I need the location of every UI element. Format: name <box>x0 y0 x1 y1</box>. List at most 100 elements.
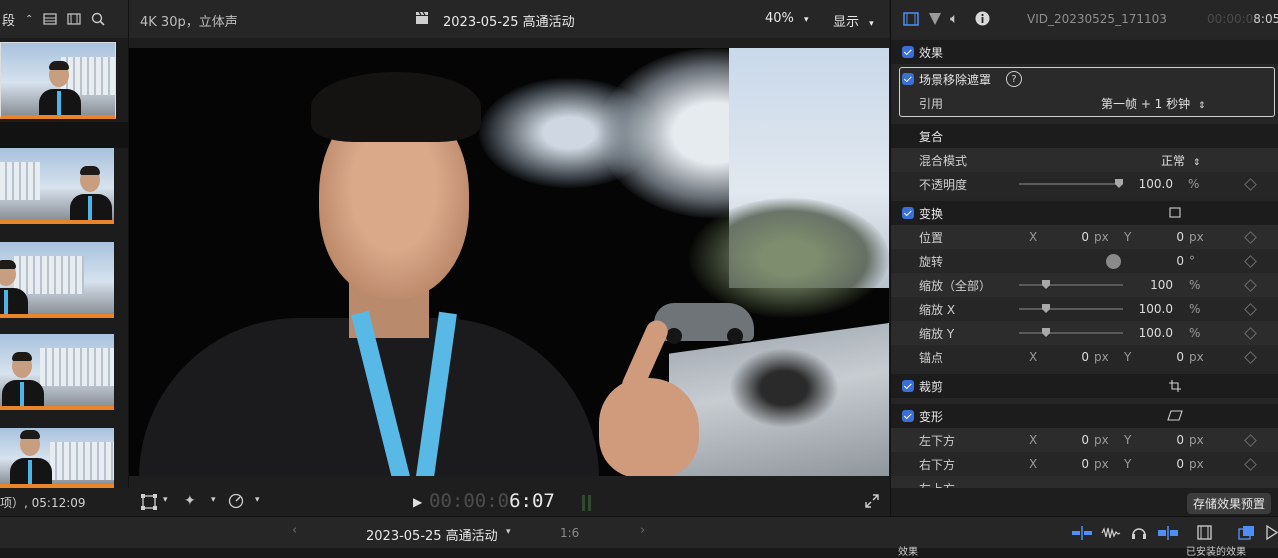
color-inspector-icon[interactable] <box>928 12 942 26</box>
x-label: X <box>1029 350 1038 364</box>
timeline-project-title: 2023-05-25 高通活动 <box>366 529 498 544</box>
speed-icon[interactable] <box>228 493 244 509</box>
keyframe-icon[interactable] <box>1244 302 1257 316</box>
x-label: X <box>1029 457 1038 471</box>
opacity-value[interactable]: 100.0 <box>1121 177 1173 191</box>
keyer-checkbox[interactable] <box>902 73 914 85</box>
transform-tool-icon[interactable] <box>141 494 157 510</box>
sort-chevron-icon[interactable]: ⌃ <box>25 14 33 25</box>
magic-wand-icon[interactable]: ✦ <box>184 493 196 509</box>
percent-unit: % <box>1189 326 1201 340</box>
position-x-value[interactable]: 0 <box>1041 230 1089 244</box>
list-view-icon[interactable] <box>43 13 58 25</box>
anchor-row: 锚点 X 0 px Y 0 px <box>891 345 1278 369</box>
video-frame[interactable] <box>129 48 889 476</box>
reference-popup[interactable]: 第一帧 + 1 秒钟 ⇕ <box>1101 95 1206 112</box>
display-menu[interactable]: 显示 ▾ <box>833 11 874 30</box>
keyframe-icon[interactable] <box>1244 457 1257 471</box>
keyframe-icon[interactable] <box>1244 278 1257 292</box>
headphones-icon[interactable] <box>1131 525 1147 540</box>
px-unit: px <box>1094 230 1109 244</box>
px-unit: px <box>1189 457 1204 471</box>
anchor-y-value[interactable]: 0 <box>1136 350 1184 364</box>
video-inspector-icon[interactable] <box>903 12 919 26</box>
bottom-left-y-value[interactable]: 0 <box>1136 433 1184 447</box>
clip-duration-dim: 00:00:0 <box>1207 12 1254 26</box>
transform-onscreen-icon[interactable] <box>1169 207 1181 221</box>
rotation-value[interactable]: 0 <box>1136 254 1184 268</box>
chevron-down-icon[interactable]: ▾ <box>211 495 216 505</box>
effects-browser-icon[interactable] <box>1238 525 1255 540</box>
scale-all-row: 缩放（全部） 100 % <box>891 273 1278 297</box>
clip-skimming-icon[interactable] <box>1072 526 1092 540</box>
clip-appearance-icon[interactable] <box>1197 525 1212 540</box>
save-effects-preset-button[interactable]: 存储效果预置 <box>1187 493 1272 514</box>
play-icon[interactable]: ▶ <box>413 495 422 509</box>
keyframe-icon[interactable] <box>1244 350 1257 364</box>
viewer-panel <box>129 38 889 488</box>
back-arrow-icon[interactable]: ‹ <box>292 523 297 538</box>
format-info: 4K 30p，立体声 <box>140 15 238 30</box>
keyer-row: 场景移除遮罩 ? <box>891 67 1278 91</box>
inspector-footer: 存储效果预置 <box>890 488 1278 516</box>
scale-all-slider[interactable] <box>1019 280 1123 289</box>
chevron-down-icon[interactable]: ▾ <box>506 527 511 537</box>
timecode-display[interactable]: 00:00:06:07 <box>429 490 555 512</box>
audio-skimming-icon[interactable] <box>1101 526 1121 540</box>
keyframe-icon[interactable] <box>1244 433 1257 447</box>
crop-checkbox[interactable] <box>902 380 914 392</box>
scale-x-label: 缩放 X <box>919 302 956 317</box>
info-icon[interactable] <box>975 11 990 26</box>
crop-onscreen-icon[interactable] <box>1169 380 1181 395</box>
snapping-icon[interactable] <box>1158 526 1178 540</box>
search-icon[interactable] <box>91 12 105 26</box>
keyframe-icon[interactable] <box>1244 254 1257 268</box>
scale-x-value[interactable]: 100.0 <box>1121 302 1173 316</box>
opacity-slider[interactable] <box>1019 179 1123 188</box>
clip-thumbnail[interactable] <box>0 334 114 410</box>
keyframe-icon[interactable] <box>1244 230 1257 244</box>
scale-y-value[interactable]: 100.0 <box>1121 326 1173 340</box>
transitions-browser-icon[interactable] <box>1266 525 1278 540</box>
chevron-down-icon[interactable]: ▾ <box>163 495 168 505</box>
px-unit: px <box>1189 433 1204 447</box>
clip-thumbnail[interactable] <box>0 428 114 488</box>
bottom-right-y-value[interactable]: 0 <box>1136 457 1184 471</box>
fullscreen-icon[interactable] <box>865 494 879 508</box>
transform-checkbox[interactable] <box>902 207 914 219</box>
scale-all-value[interactable]: 100 <box>1121 278 1173 292</box>
effects-tab-label[interactable]: 效果 <box>898 548 918 558</box>
anchor-x-value[interactable]: 0 <box>1041 350 1089 364</box>
position-y-value[interactable]: 0 <box>1136 230 1184 244</box>
car-wheel <box>727 328 743 344</box>
rotation-dial[interactable] <box>1106 253 1121 269</box>
blend-mode-popup[interactable]: 正常 ⇕ <box>1161 152 1200 169</box>
help-icon[interactable]: ? <box>1006 71 1022 87</box>
installed-effects-label[interactable]: 已安装的效果 <box>1186 548 1246 558</box>
bg-patch <box>689 198 889 318</box>
rotation-row: 旋转 0 ° <box>891 249 1278 273</box>
distort-onscreen-icon[interactable] <box>1167 410 1183 424</box>
effects-checkbox[interactable] <box>902 46 914 58</box>
timeline-ruler[interactable]: 效果 已安装的效果 <box>0 548 1278 558</box>
bottom-right-x-value[interactable]: 0 <box>1041 457 1089 471</box>
filmstrip-view-icon[interactable] <box>67 13 82 25</box>
clip-thumbnail[interactable] <box>0 242 114 318</box>
clip-thumbnail[interactable] <box>0 42 116 119</box>
chevron-down-icon: ▾ <box>804 15 809 25</box>
y-label: Y <box>1124 230 1132 244</box>
zoom-menu[interactable]: 40% ▾ <box>765 11 809 26</box>
scale-y-slider[interactable] <box>1019 328 1123 337</box>
keyframe-icon[interactable] <box>1244 177 1257 191</box>
bottom-left-x-value[interactable]: 0 <box>1041 433 1089 447</box>
x-label: X <box>1029 230 1038 244</box>
transform-label: 变换 <box>919 206 944 221</box>
audio-inspector-icon[interactable]: 🔈︎ <box>950 11 958 27</box>
scale-x-row: 缩放 X 100.0 % <box>891 297 1278 321</box>
chevron-down-icon[interactable]: ▾ <box>255 495 260 505</box>
distort-checkbox[interactable] <box>902 410 914 422</box>
clip-thumbnail[interactable] <box>0 148 114 224</box>
keyframe-icon[interactable] <box>1244 326 1257 340</box>
scale-x-slider[interactable] <box>1019 304 1123 313</box>
forward-arrow-icon[interactable]: › <box>640 523 645 538</box>
